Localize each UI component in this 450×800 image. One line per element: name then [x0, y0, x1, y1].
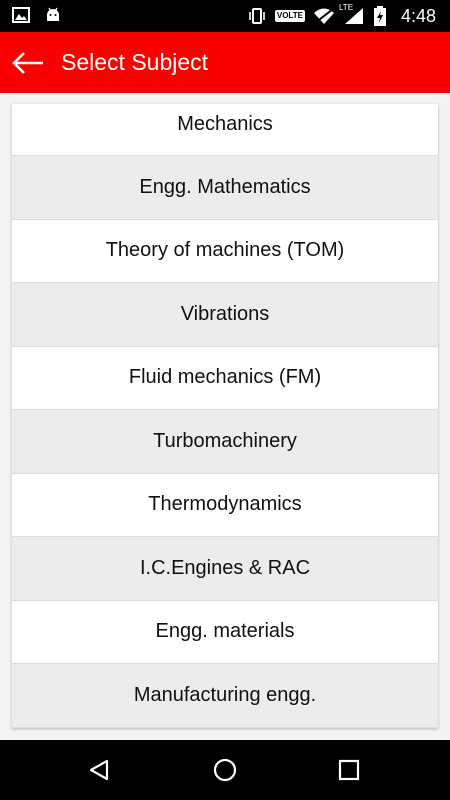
vibrate-icon [247, 7, 267, 25]
image-icon [12, 7, 30, 23]
signal-icon: LTE [339, 3, 365, 26]
android-icon [44, 6, 62, 24]
list-item-turbomachinery[interactable]: Turbomachinery [12, 410, 438, 474]
list-item-ic-engines[interactable]: I.C.Engines & RAC [12, 537, 438, 601]
list-item-mechanics[interactable]: Mechanics [12, 104, 438, 156]
recents-square-icon [338, 759, 360, 781]
status-bar: VOLTE LTE 4:48 [0, 0, 450, 32]
list-item-engg-mathematics[interactable]: Engg. Mathematics [12, 156, 438, 220]
list-item-engg-materials[interactable]: Engg. materials [12, 600, 438, 664]
status-time: 4:48 [400, 5, 436, 26]
navigation-bar [0, 740, 450, 800]
back-triangle-icon [87, 758, 111, 782]
network-type-label: LTE [338, 3, 354, 12]
home-circle-icon [212, 757, 238, 783]
list-item-vibrations[interactable]: Vibrations [12, 283, 438, 347]
wifi-icon [313, 7, 335, 25]
nav-recents-button[interactable] [319, 740, 379, 800]
list-item-fluid-mechanics[interactable]: Fluid mechanics (FM) [12, 346, 438, 410]
page-title: Select Subject [61, 49, 209, 75]
list-item-thermodynamics[interactable]: Thermodynamics [12, 473, 438, 537]
list-item-manufacturing-engg[interactable]: Manufacturing engg. [12, 664, 438, 728]
arrow-left-icon [11, 51, 45, 75]
volte-icon: VOLTE [274, 10, 305, 22]
nav-back-button[interactable] [69, 740, 129, 800]
subject-list: Mechanics Engg. Mathematics Theory of ma… [12, 104, 438, 728]
list-item-theory-of-machines[interactable]: Theory of machines (TOM) [12, 219, 438, 283]
battery-charging-icon [373, 6, 387, 26]
app-bar: Select Subject [0, 32, 450, 93]
nav-home-button[interactable] [195, 740, 255, 800]
back-button[interactable] [0, 32, 56, 93]
